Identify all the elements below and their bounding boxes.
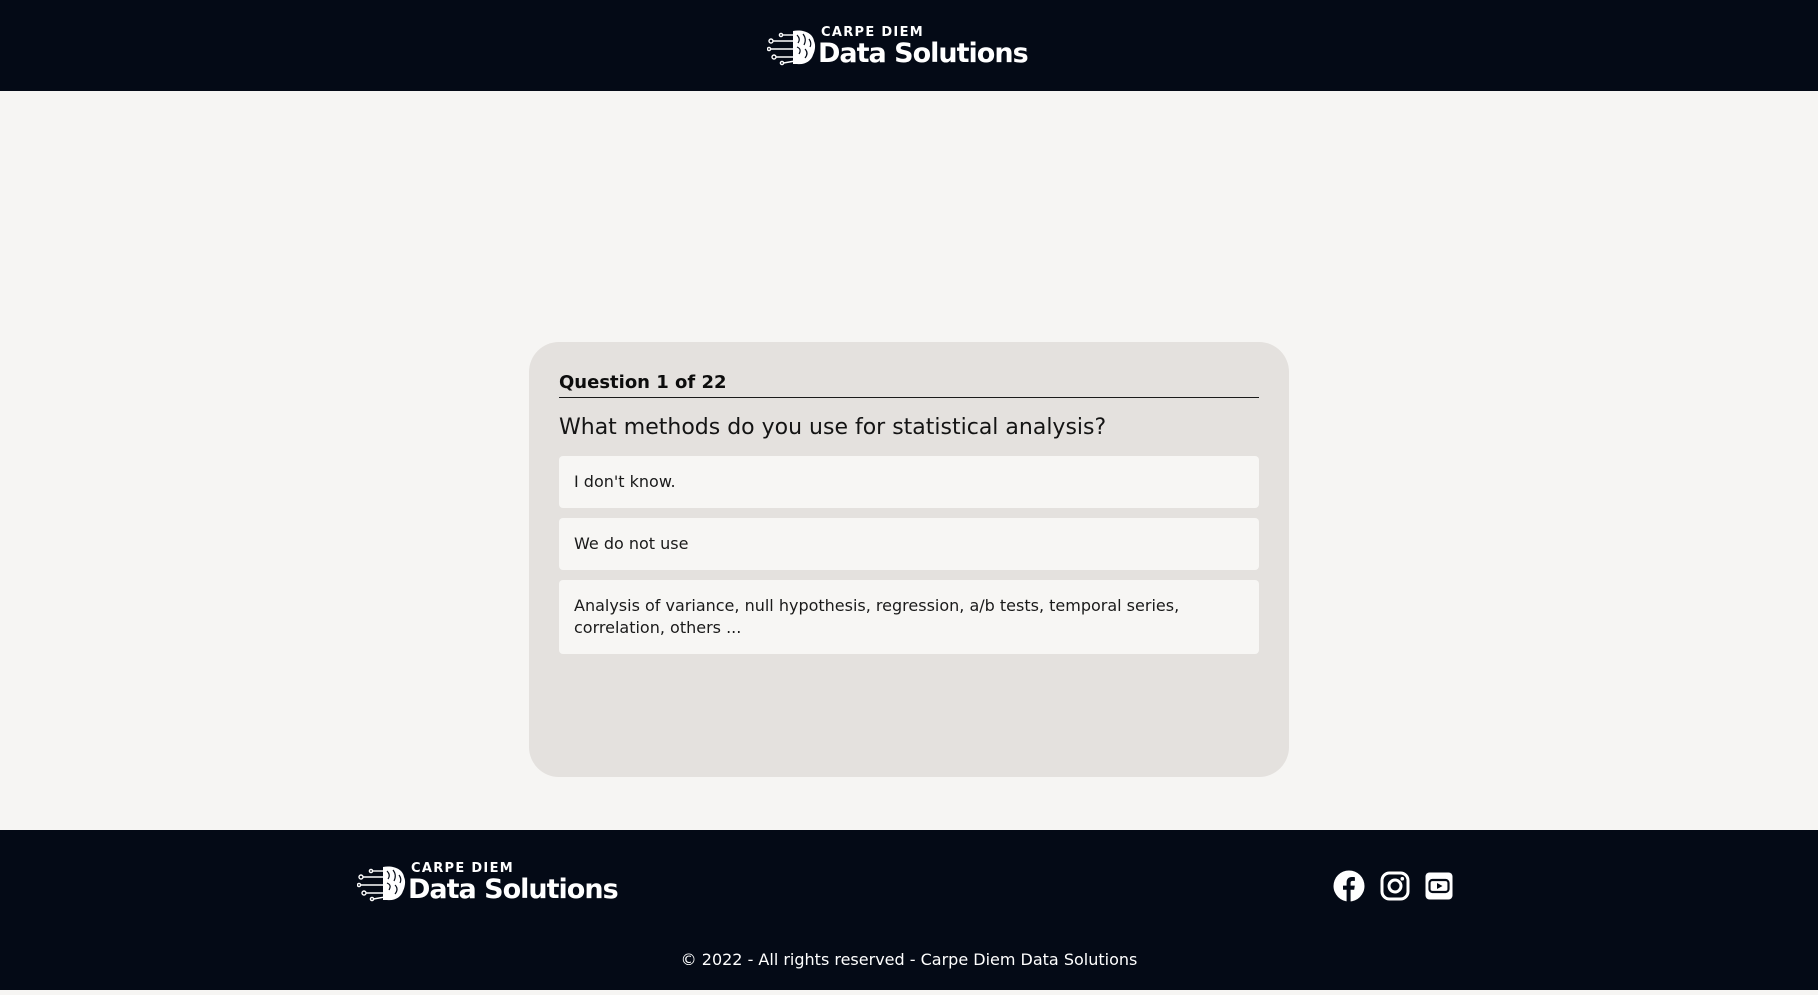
copyright-text: © 2022 - All rights reserved - Carpe Die… [680,950,1138,969]
brand-name: Data Solutions [408,874,619,905]
answer-option[interactable]: We do not use [559,518,1259,570]
question-counter: Question 1 of 22 [559,372,1259,398]
facebook-icon [1333,870,1365,902]
facebook-link[interactable] [1333,870,1365,902]
question-text: What methods do you use for statistical … [559,415,1107,440]
page-bottom-edge [0,990,1818,995]
site-header: CARPE DIEM Data Solutions [0,0,1818,91]
brand-name: Data Solutions [818,38,1029,69]
instagram-icon [1380,871,1410,901]
youtube-icon [1425,872,1453,900]
footer-brand-logo[interactable]: CARPE DIEM Data Solutions [357,862,619,905]
answer-option[interactable]: Analysis of variance, null hypothesis, r… [559,580,1259,654]
answer-option[interactable]: I don't know. [559,456,1259,508]
youtube-link[interactable] [1423,870,1455,902]
brain-circuit-icon [767,30,816,66]
instagram-link[interactable] [1379,870,1411,902]
brand-logo[interactable]: CARPE DIEM Data Solutions [767,26,1029,69]
quiz-card: Question 1 of 22 What methods do you use… [529,342,1289,777]
main-content: Question 1 of 22 What methods do you use… [0,91,1818,830]
brain-circuit-icon [357,866,406,902]
